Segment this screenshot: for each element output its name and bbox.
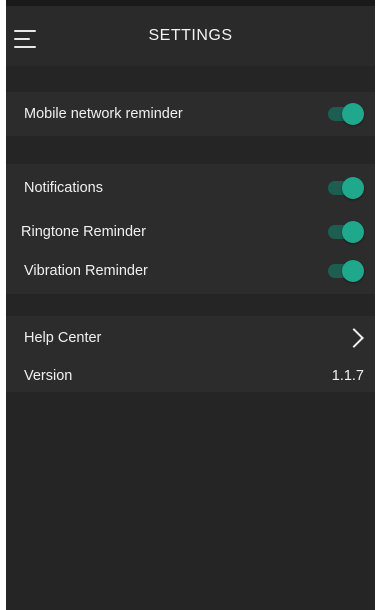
network-group: Mobile network reminder — [6, 92, 375, 136]
page-title: SETTINGS — [148, 27, 233, 44]
notifications-row: Notifications — [6, 166, 375, 210]
ringtone-reminder-label: Ringtone Reminder — [21, 224, 146, 240]
mobile-network-reminder-row: Mobile network reminder — [6, 92, 375, 136]
ringtone-reminder-toggle[interactable] — [328, 221, 364, 243]
ringtone-reminder-row: Ringtone Reminder — [6, 210, 375, 254]
version-value: 1.1.7 — [331, 368, 364, 384]
notifications-label: Notifications — [24, 180, 103, 196]
mobile-network-reminder-toggle[interactable] — [328, 103, 364, 125]
vibration-reminder-label: Vibration Reminder — [24, 263, 148, 279]
reminders-group: Notifications Ringtone Reminder Vibratio… — [6, 164, 375, 294]
about-group: Help Center Version 1.1.7 — [6, 316, 375, 392]
hamburger-menu-icon[interactable] — [14, 30, 36, 48]
version-row: Version 1.1.7 — [6, 354, 375, 398]
notifications-toggle[interactable] — [328, 177, 364, 199]
mobile-network-reminder-label: Mobile network reminder — [24, 106, 183, 122]
chevron-right-icon[interactable] — [344, 328, 364, 348]
version-label: Version — [24, 368, 73, 384]
vibration-reminder-toggle[interactable] — [328, 260, 364, 282]
help-center-label: Help Center — [24, 330, 102, 346]
vibration-reminder-row: Vibration Reminder — [6, 249, 375, 293]
settings-screen: SETTINGS Mobile network reminder Notific… — [6, 0, 375, 610]
app-header: SETTINGS — [6, 6, 375, 66]
